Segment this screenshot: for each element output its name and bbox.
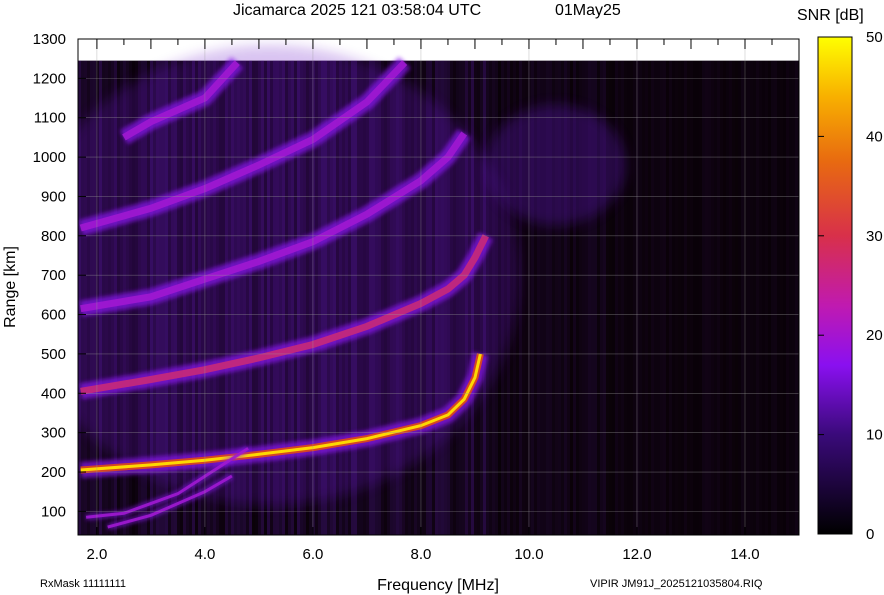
chart-date: 01May25 <box>555 2 621 19</box>
x-tick-label: 4.0 <box>194 546 215 563</box>
noise-streak <box>627 61 630 535</box>
noise-streak <box>675 61 678 535</box>
y-tick-label: 100 <box>41 503 66 520</box>
noise-streak <box>795 60 798 535</box>
colorbar-tick-label: 40 <box>866 128 883 145</box>
noise-streak <box>711 60 714 535</box>
chart-title: Jicamarca 2025 121 03:58:04 UTC <box>233 2 481 19</box>
noise-streak <box>687 61 690 535</box>
noise-streak <box>783 61 786 535</box>
y-axis-label: Range [km] <box>2 246 19 328</box>
noise-streak <box>765 61 768 535</box>
y-tick-label: 700 <box>41 267 66 284</box>
noise-streak <box>777 61 780 535</box>
noise-streak <box>705 60 708 535</box>
noise-streak <box>681 61 684 535</box>
colorbar-tick-label: 20 <box>866 327 883 344</box>
noise-streak <box>732 61 735 535</box>
y-tick-label: 1300 <box>33 31 66 48</box>
noise-streak <box>786 60 789 535</box>
noise-streak <box>639 60 642 535</box>
noise-streak <box>747 60 750 535</box>
noise-streak <box>648 61 651 535</box>
noise-streak <box>762 61 765 535</box>
noise-streak <box>708 60 711 535</box>
noise-streak <box>615 60 618 535</box>
noise-streak <box>735 61 738 535</box>
noise-streak <box>699 61 702 535</box>
x-tick-label: 14.0 <box>730 546 759 563</box>
x-axis-label: Frequency [MHz] <box>377 577 499 594</box>
noise-streak <box>663 60 666 535</box>
y-tick-label: 1000 <box>33 149 66 166</box>
noise-streak <box>633 60 636 535</box>
x-tick-label: 10.0 <box>514 546 543 563</box>
noise-streak <box>642 61 645 535</box>
noise-streak <box>645 60 648 535</box>
x-tick-label: 8.0 <box>411 546 432 563</box>
colorbar <box>817 36 853 535</box>
noise-streak <box>756 60 759 535</box>
noise-streak <box>780 61 783 535</box>
y-tick-label: 800 <box>41 228 66 245</box>
rx-mask-label: RxMask 11111111 <box>40 578 126 590</box>
noise-streak <box>669 60 672 535</box>
y-tick-label: 500 <box>41 346 66 363</box>
noise-streak <box>651 60 654 535</box>
y-tick-label: 300 <box>41 425 66 442</box>
x-tick-label: 12.0 <box>622 546 651 563</box>
colorbar-label: SNR [dB] <box>797 7 864 24</box>
noise-streak <box>774 60 777 535</box>
colorbar-tick-label: 50 <box>866 29 883 46</box>
y-tick-label: 900 <box>41 188 66 205</box>
y-tick-label: 600 <box>41 307 66 324</box>
noise-streak <box>636 60 639 535</box>
colorbar-tick-label: 30 <box>866 228 883 245</box>
noise-streak <box>621 60 624 535</box>
ionogram-chart: Jicamarca 2025 121 03:58:04 UTC 01May25 … <box>2 2 883 594</box>
noise-streak <box>741 60 744 535</box>
noise-streak <box>744 61 747 535</box>
noise-streak <box>618 60 621 535</box>
noise-streak <box>768 61 771 535</box>
file-name-label: VIPIR JM91J_2025121035804.RIQ <box>590 578 763 590</box>
x-tick-label: 2.0 <box>86 546 107 563</box>
noise-streak <box>753 61 756 535</box>
noise-streak <box>720 61 723 535</box>
noise-streak <box>630 61 633 535</box>
noise-streak <box>771 60 774 535</box>
noise-streak <box>654 60 657 535</box>
y-tick-label: 200 <box>41 464 66 481</box>
noise-streak <box>717 60 720 535</box>
noise-streak <box>702 60 705 535</box>
plot-area <box>78 39 799 535</box>
colorbar-tick-label: 10 <box>866 427 883 444</box>
noise-streak <box>624 61 627 535</box>
y-tick-label: 1200 <box>33 70 66 87</box>
noise-streak <box>690 61 693 535</box>
noise-streak <box>738 61 741 535</box>
noise-streak <box>672 61 675 535</box>
noise-streak <box>714 61 717 535</box>
noise-streak <box>684 60 687 535</box>
noise-streak <box>729 60 732 535</box>
colorbar-tick-label: 0 <box>866 526 874 543</box>
noise-streak <box>789 61 792 535</box>
y-tick-label: 1100 <box>34 110 66 127</box>
noise-streak <box>759 61 762 535</box>
noise-streak <box>792 61 795 535</box>
noise-streak <box>723 61 726 535</box>
y-tick-label: 400 <box>41 385 66 402</box>
x-tick-label: 6.0 <box>303 546 324 563</box>
noise-streak <box>696 61 699 535</box>
spread-f-tail <box>485 104 626 225</box>
noise-streak <box>660 60 663 535</box>
noise-streak <box>657 60 660 535</box>
noise-streak <box>726 61 729 535</box>
noise-streak <box>666 61 669 535</box>
noise-streak <box>678 61 681 535</box>
noise-streak <box>693 61 696 535</box>
noise-streak <box>750 61 753 535</box>
